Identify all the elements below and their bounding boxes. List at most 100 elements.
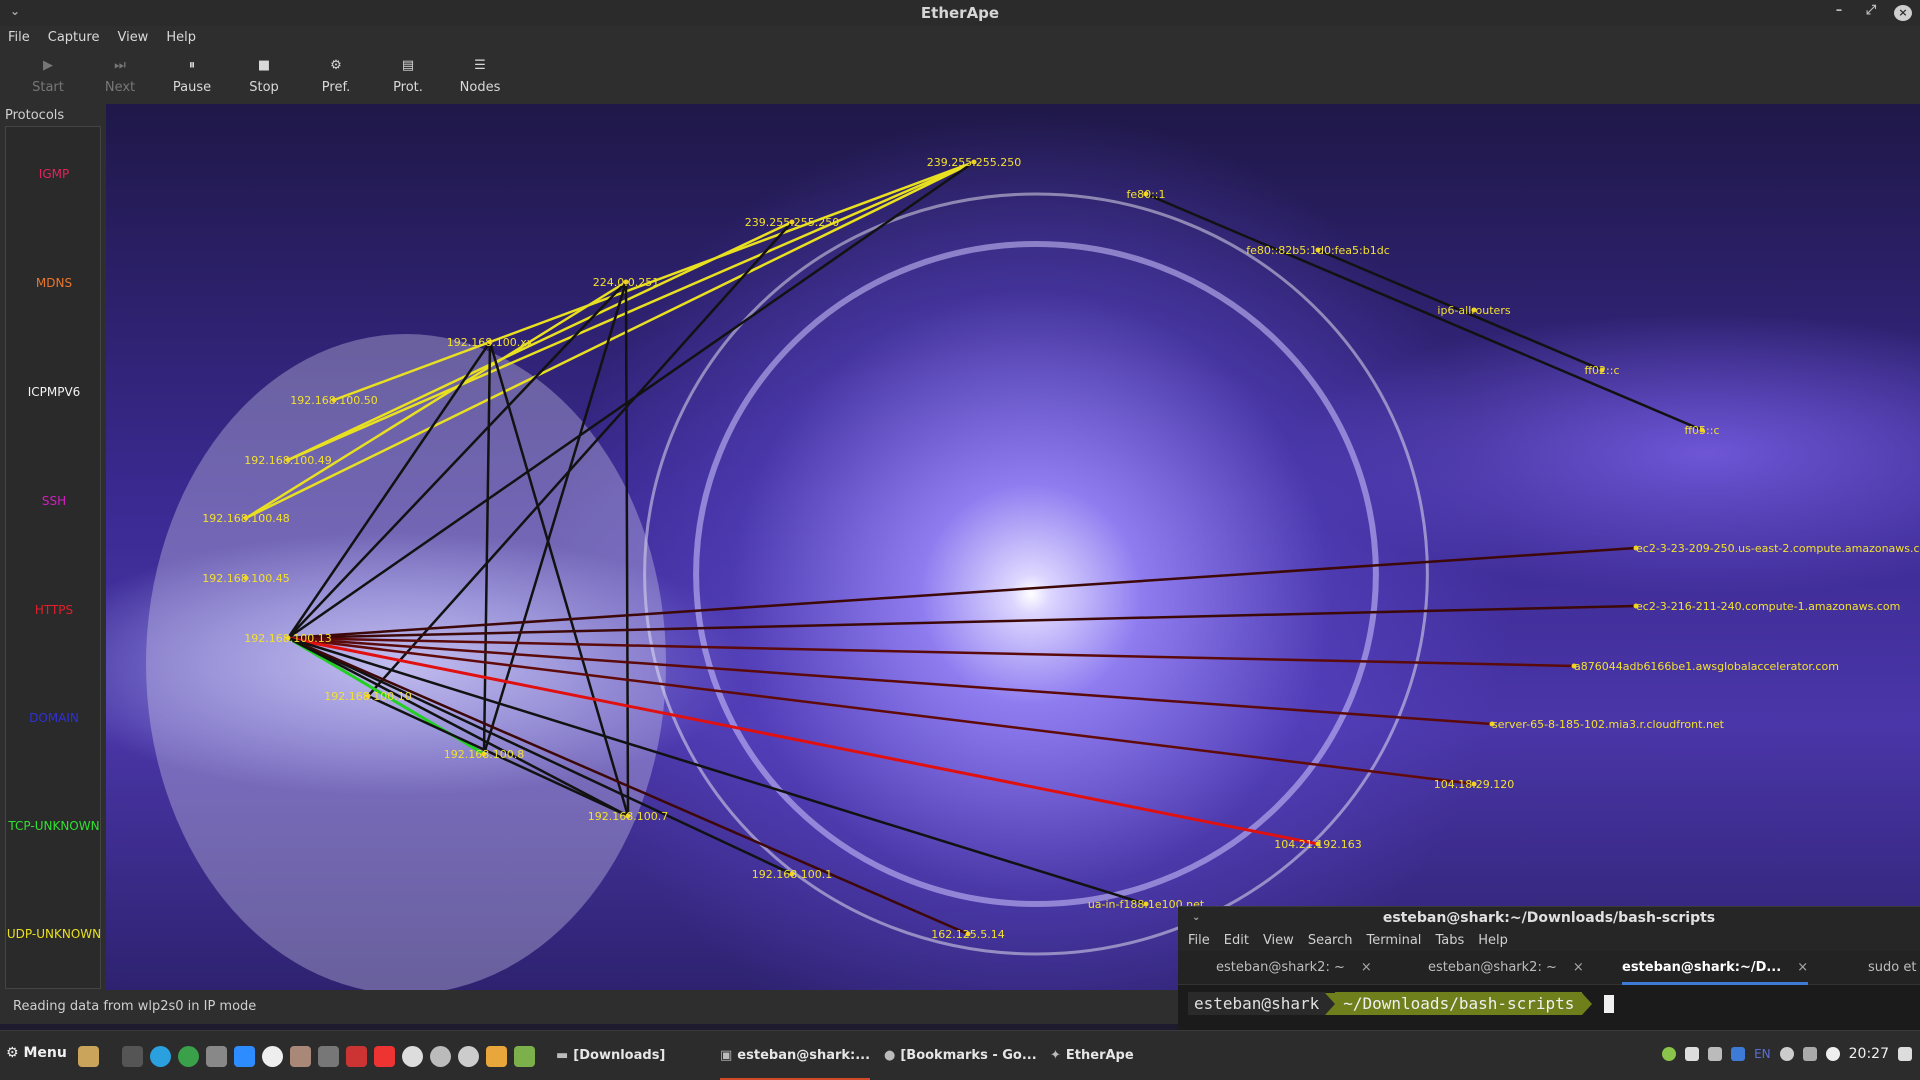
stop-button[interactable]: ■ Stop: [228, 48, 300, 104]
protocol-item[interactable]: MDNS: [6, 276, 102, 290]
node-label[interactable]: ec2-3-23-209-250.us-east-2.compute.amazo…: [1636, 542, 1920, 555]
compass-icon[interactable]: [458, 1046, 479, 1067]
node-label[interactable]: fe80::1: [1126, 188, 1165, 201]
terminal-menu-view[interactable]: View: [1263, 933, 1294, 948]
brightness-icon[interactable]: [1825, 1047, 1840, 1061]
terminal-tab[interactable]: esteban@shark2: ~ ×: [1216, 951, 1372, 985]
pause-button[interactable]: ⏸ Pause: [156, 48, 228, 104]
protocol-item[interactable]: TCP-UNKNOWN: [6, 819, 102, 833]
update-icon[interactable]: [1802, 1047, 1817, 1061]
node-label[interactable]: 104.18.29.120: [1434, 778, 1514, 791]
node-label[interactable]: 192.168.100.49: [244, 454, 331, 467]
terminal-menu-help[interactable]: Help: [1478, 933, 1508, 948]
close-tab-icon[interactable]: ×: [1361, 960, 1372, 975]
network-graph[interactable]: 239.255.255.250 239.255.255.250 224.0.0.25…: [106, 104, 1920, 990]
clock[interactable]: 20:27: [1849, 1046, 1889, 1062]
chrome-icon[interactable]: [178, 1046, 199, 1067]
node-label[interactable]: a876044adb6166be1.awsglobalaccelerator.c…: [1574, 660, 1839, 673]
next-button[interactable]: ⏭ Next: [84, 48, 156, 104]
nodes-button[interactable]: ☰ Nodes: [444, 48, 516, 104]
window-menu-icon[interactable]: ⌄: [10, 4, 20, 18]
volume-icon[interactable]: [1898, 1047, 1912, 1061]
prot-button[interactable]: ▤ Prot.: [372, 48, 444, 104]
pref-button[interactable]: ⚙ Pref.: [300, 48, 372, 104]
node-label[interactable]: 239.255.255.250: [927, 156, 1021, 169]
taskbar-item[interactable]: ▣ esteban@shark:...: [720, 1031, 871, 1080]
terminal-tab[interactable]: esteban@shark2: ~ ×: [1428, 951, 1584, 985]
fox-icon[interactable]: [486, 1046, 507, 1067]
node-label[interactable]: ec2-3-216-211-240.compute-1.amazonaws.co…: [1636, 600, 1900, 613]
node-label[interactable]: 192.168.100.48: [202, 512, 289, 525]
node-label[interactable]: 239.255.255.250: [745, 216, 839, 229]
close-tab-icon[interactable]: ×: [1573, 960, 1584, 975]
user-icon[interactable]: [1779, 1047, 1794, 1061]
zoom-icon[interactable]: [234, 1046, 255, 1067]
terminal-window[interactable]: ⌄ esteban@shark:~/Downloads/bash-scripts…: [1178, 906, 1920, 1030]
folder-launcher-icon[interactable]: [514, 1046, 535, 1067]
terminal-menu-search[interactable]: Search: [1308, 933, 1353, 948]
terminal-menu-terminal[interactable]: Terminal: [1366, 933, 1421, 948]
node-label[interactable]: 192.168.100.50: [290, 394, 377, 407]
protocol-item[interactable]: DOMAIN: [6, 711, 102, 725]
protocols-list[interactable]: IGMP MDNS ICPMPV6 SSH HTTPS DOMAIN TCP-UNKNOWN…: [5, 126, 101, 989]
clipboard-icon[interactable]: [1685, 1047, 1700, 1061]
node-label[interactable]: ff05::c: [1684, 424, 1719, 437]
acrobat-icon[interactable]: [346, 1046, 367, 1067]
text-cursor[interactable]: [1604, 994, 1615, 1013]
node-label[interactable]: 192.168.100.8: [444, 748, 524, 761]
protocol-item[interactable]: HTTPS: [6, 603, 102, 617]
bluetooth-icon[interactable]: [1731, 1047, 1746, 1061]
close-tab-icon[interactable]: ×: [1797, 960, 1808, 975]
telegram-icon[interactable]: [150, 1046, 171, 1067]
wave-icon[interactable]: [430, 1046, 451, 1067]
printer-icon[interactable]: [206, 1046, 227, 1067]
menu-file[interactable]: File: [8, 30, 30, 45]
protocol-item[interactable]: SSH: [6, 494, 102, 508]
network-graph-svg[interactable]: 239.255.255.250 239.255.255.250 224.0.0.25…: [106, 104, 1920, 990]
node-label[interactable]: server-65-8-185-102.mia3.r.cloudfront.ne…: [1492, 718, 1725, 731]
node-label[interactable]: 104.21.192.163: [1274, 838, 1361, 851]
terminal-body[interactable]: esteban@shark ~/Downloads/bash-scripts: [1178, 985, 1920, 1031]
obs-icon[interactable]: [262, 1046, 283, 1067]
menu-view[interactable]: View: [117, 30, 148, 45]
protocol-item[interactable]: IGMP: [6, 167, 102, 181]
node-label[interactable]: fe80::82b5:1d0:fea5:b1dc: [1246, 244, 1390, 257]
keyboard-language-indicator[interactable]: EN: [1754, 1047, 1771, 1061]
terminal-menu-edit[interactable]: Edit: [1224, 933, 1249, 948]
node-label[interactable]: 192.168.100.13: [244, 632, 331, 645]
files-launcher-icon[interactable]: [78, 1046, 99, 1067]
taskbar-item[interactable]: ✦ EtherApe: [1050, 1031, 1134, 1080]
taskbar-item[interactable]: ● [Bookmarks - Go...: [884, 1031, 1037, 1080]
triangle-app-icon[interactable]: [374, 1046, 395, 1067]
protocol-item[interactable]: ICPMPV6: [6, 385, 102, 399]
terminal-launcher-icon[interactable]: [122, 1046, 143, 1067]
taskbar-item[interactable]: ▬ [Downloads]: [556, 1031, 665, 1080]
pen-icon[interactable]: [318, 1046, 339, 1067]
node-label[interactable]: 192.168.100.7: [588, 810, 668, 823]
protocol-item[interactable]: UDP-UNKNOWN: [6, 927, 102, 941]
network-icon[interactable]: [1708, 1047, 1723, 1061]
terminal-tab[interactable]: sudo et: [1868, 951, 1916, 985]
tray-app-icon[interactable]: [1662, 1047, 1677, 1061]
minimize-icon[interactable]: –: [1830, 3, 1848, 21]
globe-icon[interactable]: [402, 1046, 423, 1067]
start-button[interactable]: ▶ Start: [12, 48, 84, 104]
maximize-icon[interactable]: ⤢: [1862, 3, 1880, 21]
start-menu-button[interactable]: ⚙ Menu: [6, 1045, 67, 1061]
menu-capture[interactable]: Capture: [48, 30, 100, 45]
node-label[interactable]: ip6-allrouters: [1437, 304, 1510, 317]
camera-icon[interactable]: [290, 1046, 311, 1067]
terminal-titlebar[interactable]: ⌄ esteban@shark:~/Downloads/bash-scripts: [1178, 907, 1920, 929]
node-label[interactable]: 192.168.100.xx: [447, 336, 534, 349]
terminal-menu-file[interactable]: File: [1188, 933, 1210, 948]
window-titlebar[interactable]: ⌄ EtherApe – ⤢ ×: [0, 0, 1920, 26]
menu-help[interactable]: Help: [166, 30, 196, 45]
close-icon[interactable]: ×: [1894, 5, 1912, 21]
node-label[interactable]: ff02::c: [1584, 364, 1619, 377]
node-label[interactable]: 192.168.100.45: [202, 572, 289, 585]
node-label[interactable]: 192.168.100.10: [324, 690, 411, 703]
node-label[interactable]: 162.125.5.14: [931, 928, 1004, 941]
node-label[interactable]: 224.0.0.251: [593, 276, 659, 289]
terminal-menu-tabs[interactable]: Tabs: [1435, 933, 1464, 948]
node-label[interactable]: 192.168.100.1: [752, 868, 832, 881]
